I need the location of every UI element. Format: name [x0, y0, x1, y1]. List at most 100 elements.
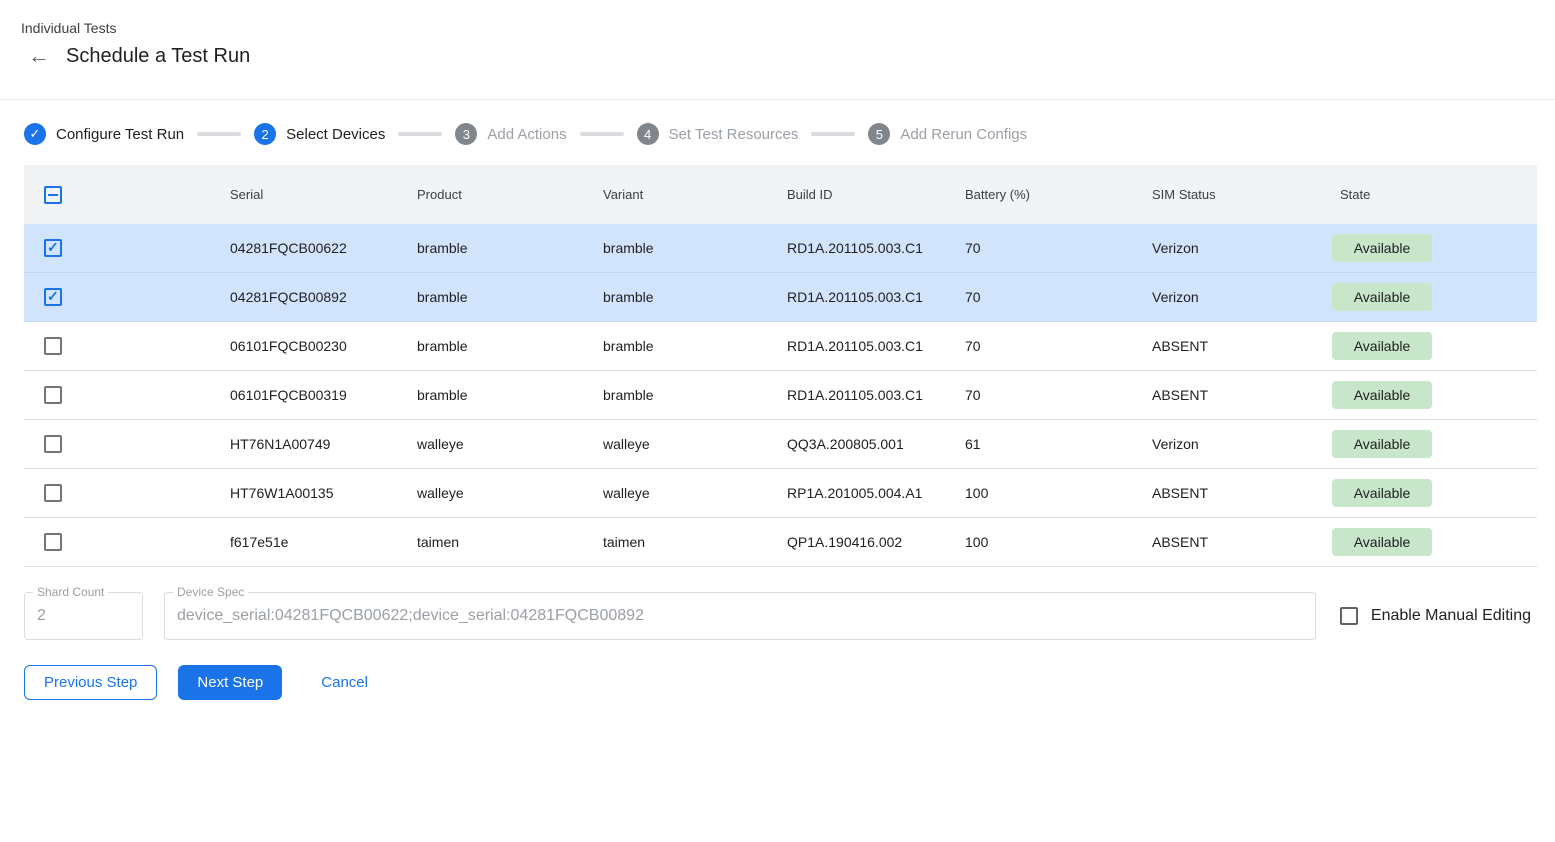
cell-serial: 06101FQCB00230: [206, 338, 393, 354]
cell-product: bramble: [393, 338, 579, 354]
actions-row: Previous Step Next Step Cancel: [24, 665, 1555, 700]
column-header-serial: Serial: [206, 187, 393, 202]
column-header-product: Product: [393, 187, 579, 202]
shard-count-field[interactable]: Shard Count 2: [24, 592, 143, 640]
column-header-battery: Battery (%): [941, 187, 1128, 202]
cell-product: bramble: [393, 387, 579, 403]
cell-sim-status: ABSENT: [1128, 534, 1316, 550]
cell-build-id: RD1A.201105.003.C1: [763, 289, 941, 305]
device-row[interactable]: HT76W1A00135 walleye walleye RP1A.201005…: [24, 469, 1537, 518]
row-checkbox[interactable]: [44, 435, 62, 453]
step-label: Add Rerun Configs: [900, 126, 1027, 143]
enable-manual-editing-label: Enable Manual Editing: [1371, 607, 1531, 625]
cell-product: walleye: [393, 436, 579, 452]
back-arrow-icon[interactable]: ←: [27, 44, 51, 68]
cell-battery: 70: [941, 387, 1128, 403]
row-checkbox[interactable]: [44, 386, 62, 404]
cell-battery: 61: [941, 436, 1128, 452]
page-header: Individual Tests ← Schedule a Test Run: [0, 0, 1555, 100]
device-row[interactable]: HT76N1A00749 walleye walleye QQ3A.200805…: [24, 420, 1537, 469]
cell-build-id: RD1A.201105.003.C1: [763, 240, 941, 256]
cell-variant: bramble: [579, 387, 763, 403]
step-number-badge: ✓: [24, 123, 46, 145]
step-label: Set Test Resources: [669, 126, 799, 143]
enable-manual-editing-checkbox[interactable]: [1340, 607, 1358, 625]
previous-step-button[interactable]: Previous Step: [24, 665, 157, 700]
device-table: Serial Product Variant Build ID Battery …: [24, 165, 1537, 567]
row-checkbox[interactable]: [44, 533, 62, 551]
row-checkbox[interactable]: [44, 239, 62, 257]
cell-serial: f617e51e: [206, 534, 393, 550]
cell-product: bramble: [393, 289, 579, 305]
step-label: Add Actions: [487, 126, 566, 143]
step-number-badge: 4: [637, 123, 659, 145]
cell-battery: 70: [941, 240, 1128, 256]
state-badge: Available: [1332, 430, 1432, 458]
state-badge: Available: [1332, 528, 1432, 556]
state-badge: Available: [1332, 283, 1432, 311]
state-badge: Available: [1332, 332, 1432, 360]
cell-battery: 70: [941, 338, 1128, 354]
device-row[interactable]: f617e51e taimen taimen QP1A.190416.002 1…: [24, 518, 1537, 567]
cell-build-id: QP1A.190416.002: [763, 534, 941, 550]
step-connector: [811, 132, 855, 136]
cell-sim-status: Verizon: [1128, 240, 1316, 256]
form-row: Shard Count 2 Device Spec device_serial:…: [24, 592, 1531, 640]
cell-sim-status: ABSENT: [1128, 338, 1316, 354]
cell-serial: 04281FQCB00622: [206, 240, 393, 256]
cell-serial: 06101FQCB00319: [206, 387, 393, 403]
step-label: Configure Test Run: [56, 126, 184, 143]
step-label: Select Devices: [286, 126, 385, 143]
cell-variant: bramble: [579, 240, 763, 256]
device-row[interactable]: 04281FQCB00892 bramble bramble RD1A.2011…: [24, 273, 1537, 322]
cell-build-id: RP1A.201005.004.A1: [763, 485, 941, 501]
stepper-step-2[interactable]: 2 Select Devices: [254, 123, 385, 145]
select-all-checkbox[interactable]: [44, 186, 62, 204]
cell-product: taimen: [393, 534, 579, 550]
stepper-step-4[interactable]: 4 Set Test Resources: [637, 123, 799, 145]
step-number-badge: 2: [254, 123, 276, 145]
stepper-step-5[interactable]: 5 Add Rerun Configs: [868, 123, 1027, 145]
state-badge: Available: [1332, 381, 1432, 409]
cell-variant: bramble: [579, 338, 763, 354]
stepper-step-1[interactable]: ✓ Configure Test Run: [24, 123, 184, 145]
step-connector: [580, 132, 624, 136]
cell-variant: bramble: [579, 289, 763, 305]
cell-build-id: QQ3A.200805.001: [763, 436, 941, 452]
cell-serial: HT76W1A00135: [206, 485, 393, 501]
device-spec-field[interactable]: Device Spec device_serial:04281FQCB00622…: [164, 592, 1316, 640]
column-header-build-id: Build ID: [763, 187, 941, 202]
cell-battery: 70: [941, 289, 1128, 305]
cell-product: walleye: [393, 485, 579, 501]
table-body: 04281FQCB00622 bramble bramble RD1A.2011…: [24, 224, 1537, 567]
cell-variant: walleye: [579, 485, 763, 501]
cell-sim-status: ABSENT: [1128, 387, 1316, 403]
device-spec-label: Device Spec: [173, 585, 248, 599]
cell-build-id: RD1A.201105.003.C1: [763, 338, 941, 354]
row-checkbox[interactable]: [44, 288, 62, 306]
cancel-button[interactable]: Cancel: [302, 665, 387, 700]
device-row[interactable]: 06101FQCB00230 bramble bramble RD1A.2011…: [24, 322, 1537, 371]
device-row[interactable]: 06101FQCB00319 bramble bramble RD1A.2011…: [24, 371, 1537, 420]
state-badge: Available: [1332, 234, 1432, 262]
page-title: Schedule a Test Run: [66, 45, 250, 68]
cell-battery: 100: [941, 534, 1128, 550]
state-badge: Available: [1332, 479, 1432, 507]
cell-variant: taimen: [579, 534, 763, 550]
cell-battery: 100: [941, 485, 1128, 501]
breadcrumb: Individual Tests: [21, 20, 1555, 36]
column-header-state: State: [1316, 187, 1537, 202]
cell-sim-status: ABSENT: [1128, 485, 1316, 501]
next-step-button[interactable]: Next Step: [178, 665, 282, 700]
step-number-badge: 5: [868, 123, 890, 145]
row-checkbox[interactable]: [44, 484, 62, 502]
cell-sim-status: Verizon: [1128, 436, 1316, 452]
cell-serial: 04281FQCB00892: [206, 289, 393, 305]
row-checkbox[interactable]: [44, 337, 62, 355]
cell-build-id: RD1A.201105.003.C1: [763, 387, 941, 403]
cell-variant: walleye: [579, 436, 763, 452]
device-row[interactable]: 04281FQCB00622 bramble bramble RD1A.2011…: [24, 224, 1537, 273]
device-spec-value[interactable]: device_serial:04281FQCB00622;device_seri…: [165, 593, 1315, 625]
stepper-step-3[interactable]: 3 Add Actions: [455, 123, 566, 145]
enable-manual-editing-toggle[interactable]: Enable Manual Editing: [1340, 607, 1531, 625]
